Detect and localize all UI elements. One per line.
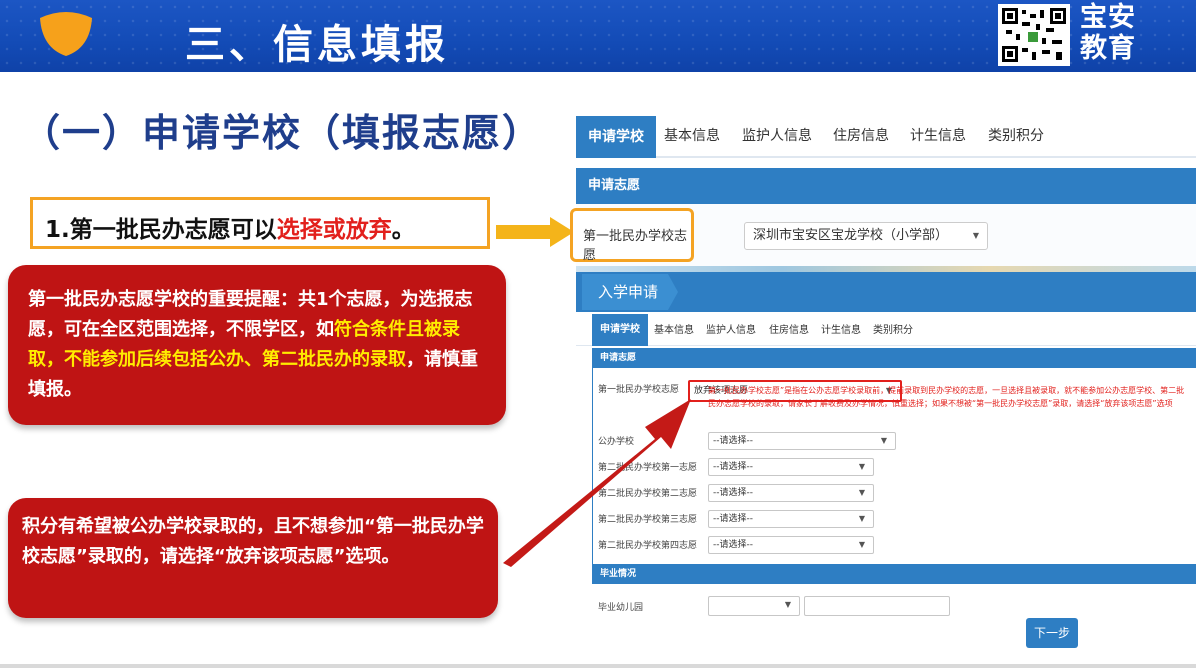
section-title: （一）申请学校（填报志愿） bbox=[22, 111, 543, 155]
chevron-down-icon: ▼ bbox=[880, 436, 887, 445]
tab-housing-info-small[interactable]: 住房信息 bbox=[769, 321, 809, 336]
form-tabs-small: 申请学校 基本信息 监护人信息 住房信息 计生信息 类别积分 bbox=[576, 312, 1196, 346]
yellow-arrow-icon bbox=[496, 217, 574, 247]
hint-panel: 积分有希望被公办学校录取的，且不想参加“第一批民办学校志愿”录取的，请选择“放弃… bbox=[8, 498, 498, 618]
reminder-panel: 第一批民办志愿学校的重要提醒：共1个志愿，为选报志愿，可在全区范围选择，不限学区… bbox=[8, 265, 506, 425]
second-private-choice-4-select[interactable]: --请选择-- ▼ bbox=[708, 536, 874, 554]
tab-family-planning[interactable]: 计生信息 bbox=[910, 122, 966, 150]
chevron-down-icon: ▼ bbox=[858, 540, 865, 549]
qr-code-icon bbox=[998, 4, 1070, 66]
second-private-choice-1-select[interactable]: --请选择-- ▼ bbox=[708, 458, 874, 476]
school-select[interactable]: 深圳市宝安区宝龙学校（小学部） ▼ bbox=[744, 222, 988, 250]
chevron-down-icon: ▼ bbox=[858, 514, 865, 523]
form-tabs: 申请学校 基本信息 监护人信息 住房信息 计生信息 类别积分 bbox=[576, 112, 1196, 158]
tab-housing-info[interactable]: 住房信息 bbox=[833, 122, 889, 150]
tab-family-planning-small[interactable]: 计生信息 bbox=[821, 321, 861, 336]
chevron-down-icon: ▼ bbox=[858, 462, 865, 471]
kindergarten-select[interactable]: ▼ bbox=[708, 596, 800, 616]
footer-line bbox=[0, 664, 1196, 668]
header-banner: 三、信息填报 宝安 教育 bbox=[0, 0, 1196, 72]
entry-header: 入学申请 bbox=[576, 272, 1196, 312]
tab-basic-info[interactable]: 基本信息 bbox=[664, 122, 720, 150]
section-header-small: 申请志愿 bbox=[592, 348, 1196, 368]
tab-category-points-small[interactable]: 类别积分 bbox=[873, 321, 913, 336]
kindergarten-input[interactable] bbox=[804, 596, 950, 616]
section-header: 申请志愿 bbox=[576, 168, 1196, 204]
second-private-choice-2-select[interactable]: --请选择-- ▼ bbox=[708, 484, 874, 502]
tab-category-points[interactable]: 类别积分 bbox=[988, 122, 1044, 150]
tab-apply-school-small[interactable]: 申请学校 bbox=[592, 314, 648, 346]
field-label: 第一批民办学校志愿 bbox=[570, 208, 694, 263]
chevron-down-icon: ▼ bbox=[858, 488, 865, 497]
chevron-down-icon: ▼ bbox=[972, 231, 979, 240]
tab-basic-info-small[interactable]: 基本信息 bbox=[654, 321, 694, 336]
second-private-choice-3-select[interactable]: --请选择-- ▼ bbox=[708, 510, 874, 528]
next-button[interactable]: 下一步 bbox=[1026, 618, 1078, 648]
tab-apply-school[interactable]: 申请学校 bbox=[576, 116, 656, 158]
note-box: 1.第一批民办志愿可以选择或放弃。 bbox=[30, 197, 490, 249]
entry-title: 入学申请 bbox=[582, 274, 678, 310]
tab-guardian-info-small[interactable]: 监护人信息 bbox=[706, 321, 756, 336]
kindergarten-label: 毕业幼儿园 bbox=[598, 603, 644, 613]
chevron-down-icon: ▼ bbox=[784, 600, 791, 609]
slide-title: 三、信息填报 bbox=[185, 22, 449, 68]
logo-icon bbox=[40, 12, 92, 56]
brand-name: 宝安 教育 bbox=[1080, 2, 1136, 64]
row-label: 第一批民办学校志愿 bbox=[598, 385, 680, 395]
help-text: 第一批民办学校志愿”是指在公办志愿学校录取前，提前录取到民办学校的志愿，一旦选择… bbox=[708, 386, 1185, 408]
tab-guardian-info[interactable]: 监护人信息 bbox=[742, 122, 812, 150]
red-arrow-icon bbox=[503, 399, 691, 567]
public-school-select[interactable]: --请选择-- ▼ bbox=[708, 432, 896, 450]
